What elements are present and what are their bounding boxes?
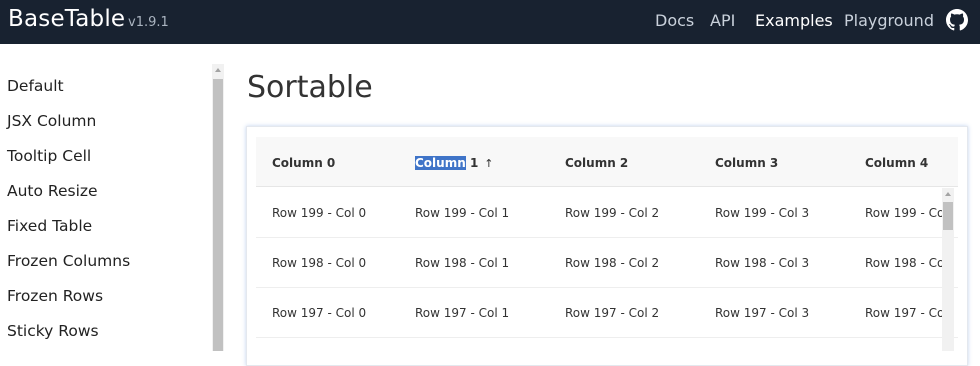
nav-examples[interactable]: Examples — [755, 11, 833, 30]
brand-logo[interactable]: BaseTable — [8, 6, 125, 32]
table-cell: Row 197 - Col 3 — [715, 306, 810, 320]
table-cell: Row 198 - Col 3 — [715, 256, 810, 270]
sidebar-item-fixed-table[interactable]: Fixed Table — [7, 217, 92, 235]
table-cell: Row 199 - Col 3 — [715, 206, 810, 220]
sidebar-item-default[interactable]: Default — [7, 77, 64, 95]
version-label: v1.9.1 — [128, 15, 169, 30]
selected-text: Column — [415, 156, 466, 170]
column-header-1[interactable]: Column 1 ↑ — [415, 156, 494, 170]
page-title: Sortable — [247, 70, 373, 105]
table-cell: Row 199 - Col 1 — [415, 206, 510, 220]
table-header: Column 0 Column 1 ↑ Column 2 Column 3 Col… — [256, 137, 958, 187]
nav-playground[interactable]: Playground — [844, 11, 934, 30]
table-row[interactable]: Row 197 - Col 0 Row 197 - Col 1 Row 197 … — [256, 288, 958, 338]
table-cell: Row 199 - Col 0 — [272, 206, 367, 220]
nav-docs[interactable]: Docs — [655, 11, 694, 30]
column-header-3[interactable]: Column 3 — [715, 156, 778, 170]
table-scroll-up-arrow-icon[interactable] — [942, 188, 954, 202]
table-cell: Row 198 - Col 0 — [272, 256, 367, 270]
table-cell: Row 198 - Col 1 — [415, 256, 510, 270]
table-row[interactable]: Row 198 - Col 0 Row 198 - Col 1 Row 198 … — [256, 238, 958, 288]
table-cell: Row 197 - Col 0 — [272, 306, 367, 320]
table-cell: Row 197 - Col 2 — [565, 306, 660, 320]
column-header-0[interactable]: Column 0 — [272, 156, 335, 170]
table-cell: Row 198 - Co — [865, 256, 945, 270]
table-cell: Row 198 - Col 2 — [565, 256, 660, 270]
column-header-1-rest: 1 — [465, 156, 479, 170]
table-row[interactable]: Row 199 - Col 0 Row 199 - Col 1 Row 199 … — [256, 188, 958, 238]
sidebar-item-sticky-rows[interactable]: Sticky Rows — [7, 322, 99, 340]
column-header-2[interactable]: Column 2 — [565, 156, 628, 170]
table-cell: Row 197 - Col 1 — [415, 306, 510, 320]
top-navbar: BaseTable v1.9.1 Docs API Examples Playg… — [0, 0, 980, 44]
sort-ascending-icon[interactable]: ↑ — [484, 157, 493, 170]
sidebar-item-frozen-rows[interactable]: Frozen Rows — [7, 287, 103, 305]
column-header-4[interactable]: Column 4 — [865, 156, 928, 170]
table-scrollbar-thumb[interactable] — [943, 202, 953, 230]
table-cell: Row 199 - Co — [865, 206, 945, 220]
sidebar-item-frozen-columns[interactable]: Frozen Columns — [7, 252, 130, 270]
sortable-table: Column 0 Column 1 ↑ Column 2 Column 3 Col… — [256, 137, 958, 351]
nav-api[interactable]: API — [710, 11, 735, 30]
sidebar-item-jsx-column[interactable]: JSX Column — [7, 112, 96, 130]
sidebar-scroll-up-arrow-icon[interactable] — [212, 64, 224, 78]
table-cell: Row 199 - Col 2 — [565, 206, 660, 220]
sidebar-item-auto-resize[interactable]: Auto Resize — [7, 182, 98, 200]
sidebar: Default JSX Column Tooltip Cell Auto Res… — [0, 44, 226, 351]
sidebar-item-tooltip-cell[interactable]: Tooltip Cell — [7, 147, 91, 165]
github-icon[interactable] — [946, 9, 968, 31]
table-cell: Row 197 - Co — [865, 306, 945, 320]
sidebar-scrollbar-thumb[interactable] — [213, 79, 223, 351]
